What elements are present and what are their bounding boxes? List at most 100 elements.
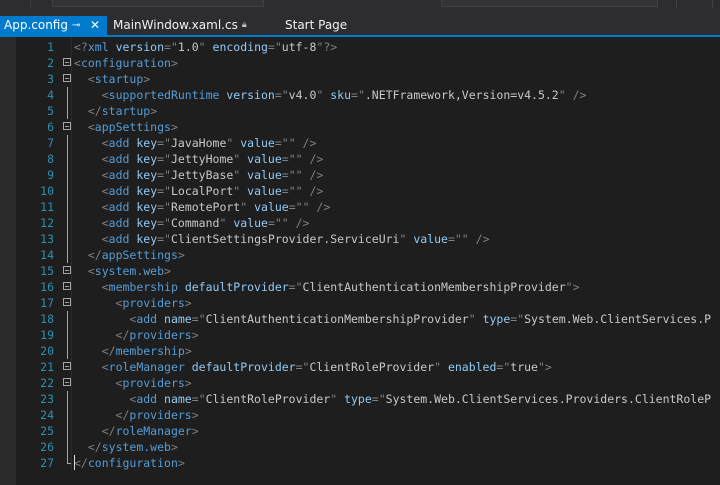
line-text: </configuration> xyxy=(74,455,185,471)
code-line: 13 <add key="ClientSettingsProvider.Serv… xyxy=(0,231,720,247)
code-token: =" xyxy=(274,88,289,102)
outline-guide xyxy=(67,103,68,119)
tab-app-config[interactable]: App.config ⊸ ✕ xyxy=(0,16,107,35)
collapse-icon[interactable] xyxy=(63,362,71,370)
code-token: enabled xyxy=(441,360,497,374)
line-number: 22 xyxy=(40,376,54,390)
outline-guide xyxy=(67,215,68,231)
close-icon[interactable]: ✕ xyxy=(90,16,100,35)
code-token: < xyxy=(101,184,109,198)
code-editor[interactable]: 1 <?xml version="1.0" encoding="utf-8"?> 2… xyxy=(0,37,720,485)
line-text: <providers> xyxy=(74,295,192,311)
code-token: "?> xyxy=(316,40,338,54)
code-token: < xyxy=(101,152,109,166)
code-token: =" xyxy=(157,168,171,182)
line-number: 9 xyxy=(47,168,54,182)
code-token: ClientSettingsProvider.ServiceUri xyxy=(170,232,400,246)
line-text: <add name="ClientAuthenticationMembershi… xyxy=(74,311,711,327)
collapse-icon[interactable] xyxy=(63,298,71,306)
code-token: JettyBase xyxy=(170,168,234,182)
code-token: " xyxy=(198,40,206,54)
code-token: ="" /> xyxy=(267,216,310,230)
outline-guide xyxy=(67,87,68,103)
member-dropdown[interactable] xyxy=(441,0,658,7)
code-token: " xyxy=(434,360,442,374)
code-token: ClientAuthenticationMembershipProvider xyxy=(205,312,469,326)
line-number: 11 xyxy=(40,200,54,214)
code-token: value xyxy=(247,200,289,214)
code-token: encoding xyxy=(205,40,268,54)
code-line: 27 </configuration> xyxy=(0,455,720,471)
code-token: supportedRuntime xyxy=(108,88,220,102)
code-token: </ xyxy=(74,456,88,470)
tab-mainwindow-xaml-cs[interactable]: MainWindow.xaml.cs 🔒︎ xyxy=(110,16,247,35)
line-number: 6 xyxy=(47,120,54,134)
code-token: < xyxy=(87,264,95,278)
code-token: =" xyxy=(157,184,171,198)
code-token: type xyxy=(475,312,511,326)
line-text: </startup> xyxy=(74,103,157,119)
code-token: name xyxy=(157,392,192,406)
code-token: =" xyxy=(157,200,171,214)
code-token: " /> xyxy=(558,88,587,102)
outline-guide xyxy=(67,327,68,343)
collapse-icon[interactable] xyxy=(63,74,71,82)
line-text: </system.web> xyxy=(74,439,178,455)
line-text: <roleManager defaultProvider="ClientRole… xyxy=(74,359,552,375)
outline-guide xyxy=(67,135,68,151)
collapse-icon[interactable] xyxy=(63,58,71,66)
line-text: <configuration> xyxy=(74,55,178,71)
code-line: 10 <add key="LocalPort" value="" /> xyxy=(0,183,720,199)
toolbar-separator xyxy=(676,0,677,8)
code-token: defaultProvider xyxy=(177,280,289,294)
line-text: <providers> xyxy=(74,375,192,391)
tab-start-page[interactable]: Start Page xyxy=(285,16,347,35)
code-token: ="" /> xyxy=(274,136,317,150)
code-token: add xyxy=(108,216,130,230)
collapse-icon[interactable] xyxy=(63,122,71,130)
code-token: version xyxy=(108,40,165,54)
line-number: 25 xyxy=(40,424,54,438)
code-token: type xyxy=(337,392,372,406)
code-token: < xyxy=(87,72,95,86)
collapse-icon[interactable] xyxy=(63,282,71,290)
line-text: <add key="ClientSettingsProvider.Service… xyxy=(74,231,490,247)
pin-icon[interactable]: ⊸ xyxy=(72,16,80,35)
code-token: providers xyxy=(122,296,185,310)
line-number: 20 xyxy=(40,344,54,358)
code-line: 15 <system.web> xyxy=(0,263,720,279)
outline-guide xyxy=(67,407,68,423)
code-token: RemotePort xyxy=(170,200,241,214)
code-token: =" xyxy=(157,136,171,150)
code-line: 14 </appSettings> xyxy=(0,247,720,263)
line-number: 16 xyxy=(40,280,54,294)
tab-label: App.config xyxy=(4,18,68,32)
code-token: > xyxy=(191,328,199,342)
collapse-icon[interactable] xyxy=(63,378,71,386)
code-line: 7 <add key="JavaHome" value="" /> xyxy=(0,135,720,151)
toolbar-separator xyxy=(712,0,713,8)
code-token: System.Web.ClientServices.P xyxy=(524,312,712,326)
code-token: value xyxy=(240,152,282,166)
line-text: </roleManager> xyxy=(74,423,199,439)
line-number: 14 xyxy=(40,248,54,262)
code-token: "> xyxy=(565,280,580,294)
code-line: 26 </system.web> xyxy=(0,439,720,455)
code-line: 23 <add name="ClientRoleProvider" type="… xyxy=(0,391,720,407)
code-line: 19 </providers> xyxy=(0,327,720,343)
code-token: roleManager xyxy=(115,424,192,438)
collapse-icon[interactable] xyxy=(63,266,71,274)
project-dropdown[interactable] xyxy=(52,0,264,7)
code-token: > xyxy=(184,376,192,390)
line-number: 13 xyxy=(40,232,54,246)
code-token: add xyxy=(108,184,130,198)
code-token: =" xyxy=(157,152,171,166)
code-token: xml xyxy=(87,40,109,54)
code-token: > xyxy=(177,248,185,262)
code-token: < xyxy=(101,200,109,214)
code-token: providers xyxy=(122,376,185,390)
code-token: > xyxy=(170,440,178,454)
outline-guide xyxy=(67,167,68,183)
line-text: <add key="JettyHome" value="" /> xyxy=(74,151,324,167)
code-line: 6 <appSettings> xyxy=(0,119,720,135)
